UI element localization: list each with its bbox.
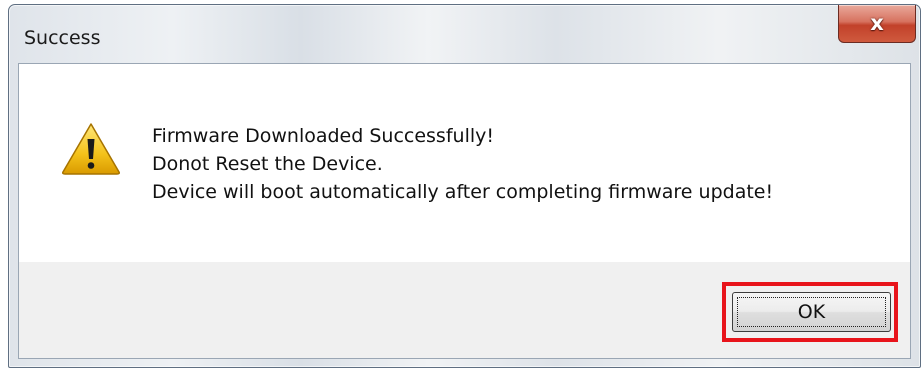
message-area: Firmware Downloaded Successfully! Donot … [19, 64, 910, 262]
warning-icon [62, 123, 120, 175]
title-bar[interactable]: Success x [9, 5, 920, 61]
message-line-3: Device will boot automatically after com… [152, 181, 774, 203]
ok-button-label: OK [797, 301, 826, 323]
close-button[interactable]: x [838, 5, 916, 43]
dialog-body: Firmware Downloaded Successfully! Donot … [18, 63, 911, 359]
message-line-2: Donot Reset the Device. [152, 153, 383, 175]
message-text: Firmware Downloaded Successfully! Donot … [152, 122, 773, 206]
dialog-title: Success [24, 27, 101, 49]
ok-button[interactable]: OK [732, 292, 891, 332]
close-icon: x [870, 11, 884, 35]
message-line-1: Firmware Downloaded Successfully! [152, 125, 494, 147]
success-dialog-window: Success x Firmware Downloaded Successful… [8, 4, 921, 368]
